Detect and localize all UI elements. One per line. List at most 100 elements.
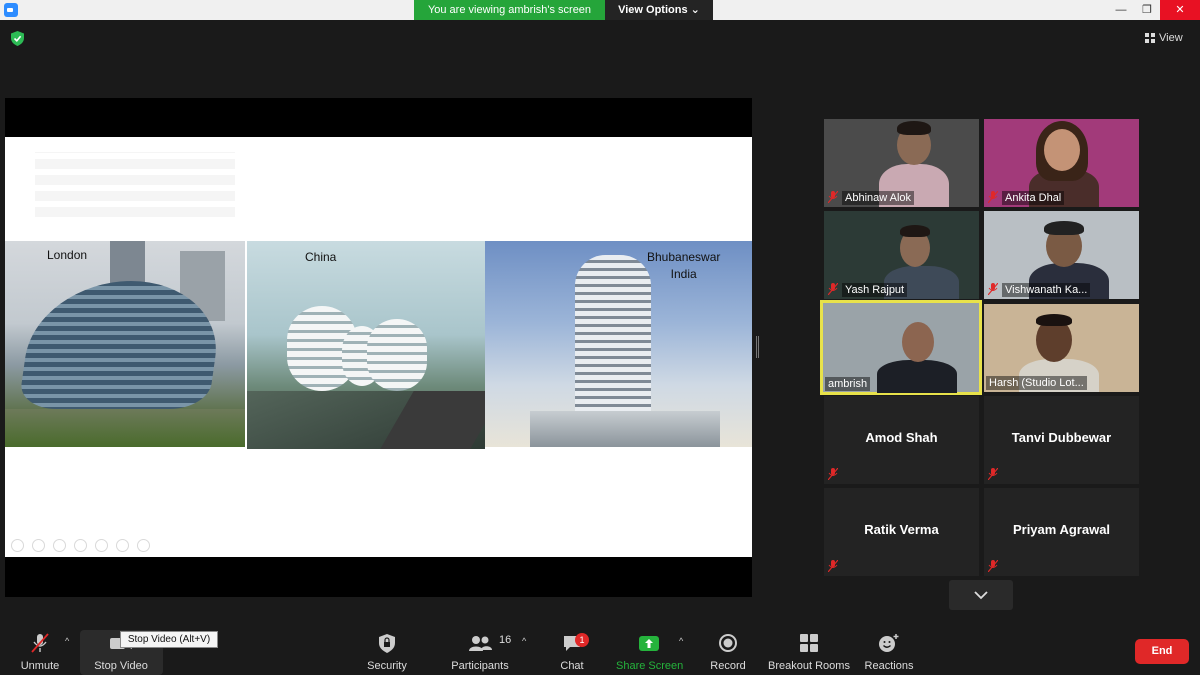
tower-podium [530,411,720,447]
participant-tile[interactable]: Ratik Verma [824,488,979,576]
photo-label-china: China [305,250,337,264]
breakout-rooms-label: Breakout Rooms [768,660,850,672]
close-window-button[interactable]: ✕ [1160,0,1200,20]
label-line-city: Bhubaneswar [647,250,721,264]
participants-count: 16 [499,634,512,646]
photo-label-london: London [47,248,88,262]
security-label: Security [367,660,407,672]
record-label: Record [710,660,746,672]
muted-mic-icon [988,468,998,480]
previous-slide-icon[interactable] [11,539,24,552]
smiley-icon [879,634,899,652]
chevron-down-icon [974,591,988,600]
plaza-ground [5,409,245,447]
muted-mic-icon [828,560,838,572]
label-line-country: India [670,267,697,281]
more-options-icon[interactable] [137,539,150,552]
breakout-rooms-icon [800,634,818,652]
share-screen-icon [639,636,659,651]
minimize-button[interactable]: — [1108,0,1134,20]
muted-mic-icon [988,283,998,295]
panel-splitter-handle[interactable] [756,336,759,358]
stop-video-tooltip: Stop Video (Alt+V) [120,631,218,648]
audio-options-caret[interactable]: ^ [65,636,69,646]
muted-mic-icon [31,633,49,653]
share-screen-label: Share Screen [616,660,684,672]
record-icon [719,634,737,652]
chevron-down-icon: ⌄ [690,4,700,16]
participants-options-caret[interactable]: ^ [522,636,526,646]
view-options-label: View Options [618,4,688,16]
zoom-meeting-window: You are viewing ambrish's screen View Op… [0,0,1200,675]
share-options-caret[interactable]: ^ [679,636,683,646]
record-button[interactable]: Record [706,628,750,675]
reactions-label: Reactions [864,660,914,672]
participants-label: Participants [451,660,509,672]
participant-name: Tanvi Dubbewar [1011,430,1112,445]
participant-name: ambrish [825,377,871,391]
stop-video-label: Stop Video [94,660,148,672]
participant-tile[interactable]: Priyam Agrawal [984,488,1139,576]
next-slide-icon[interactable] [32,539,45,552]
participant-name: Priyam Agrawal [1012,522,1111,537]
participant-tile[interactable]: Ankita Dhal [984,119,1139,207]
chat-unread-badge: 1 [575,633,589,647]
participants-icon-group: 16 [455,632,511,654]
pen-icon[interactable] [53,539,66,552]
security-shield-icon [379,634,395,653]
maximize-button[interactable]: ❐ [1134,0,1160,20]
unmute-button[interactable]: Unmute [14,628,66,675]
photo-label-bhubaneswar: Bhubaneswar India [647,249,720,283]
participant-tile[interactable]: Vishwanath Ka... [984,211,1139,299]
bhubaneswar-tower-photo: Bhubaneswar India [485,241,752,447]
view-label: View [1159,32,1183,44]
participant-name: Abhinaw Alok [842,191,915,205]
chat-icon-group: 1 [561,632,589,654]
participant-tile[interactable]: Tanvi Dubbewar [984,396,1139,484]
participant-tile[interactable]: Yash Rajput [824,211,979,299]
slideshow-controls [11,539,150,553]
participant-name: Ankita Dhal [1002,191,1065,205]
participant-name: Vishwanath Ka... [1002,283,1091,297]
slides-icon[interactable] [74,539,87,552]
tower-building [575,255,651,425]
pod-building [367,319,427,391]
viewing-screen-banner: You are viewing ambrish's screen [414,0,605,20]
muted-mic-icon [828,468,838,480]
zoom-logo-icon [4,3,18,17]
china-galaxy-soho-photo: China [247,241,485,449]
participant-name: Ratik Verma [864,522,939,537]
zoom-icon[interactable] [95,539,108,552]
view-layout-button[interactable]: View [1145,28,1193,48]
chat-button[interactable]: 1 Chat [554,628,590,675]
end-meeting-button[interactable]: End [1135,639,1189,664]
people-icon [469,636,492,651]
shared-screen[interactable]: London China Bhubaneswar India [5,98,752,597]
participant-name: Yash Rajput [842,283,908,297]
slide-faded-title [35,152,235,217]
chat-label: Chat [560,660,584,672]
london-city-hall-photo: London [5,241,245,447]
encryption-shield-icon[interactable] [11,31,24,46]
participant-tile[interactable]: Amod Shah [824,396,979,484]
muted-mic-icon [988,560,998,572]
reactions-button[interactable]: Reactions [862,628,916,675]
presentation-slide: London China Bhubaneswar India [5,137,752,557]
participant-name: Amod Shah [865,430,938,445]
title-bar: You are viewing ambrish's screen View Op… [0,0,1200,20]
share-screen-button[interactable]: Share Screen [616,628,684,675]
muted-mic-icon [828,191,838,203]
breakout-rooms-button[interactable]: Breakout Rooms [768,628,850,675]
grid-icon [1145,33,1155,44]
participant-tile[interactable]: Abhinaw Alok [824,119,979,207]
unmute-label: Unmute [20,660,60,672]
muted-mic-icon [828,283,838,295]
participant-name: Harsh (Studio Lot... [986,376,1087,390]
gallery-next-page-button[interactable] [949,580,1013,610]
participant-tile[interactable]: Harsh (Studio Lot... [984,304,1139,392]
view-options-button[interactable]: View Options ⌄ [605,0,713,20]
security-button[interactable]: Security [362,628,412,675]
participant-tile-active-speaker[interactable]: ambrish [820,300,982,395]
subtitle-icon[interactable] [116,539,129,552]
participants-button[interactable]: 16 Participants [448,628,512,675]
